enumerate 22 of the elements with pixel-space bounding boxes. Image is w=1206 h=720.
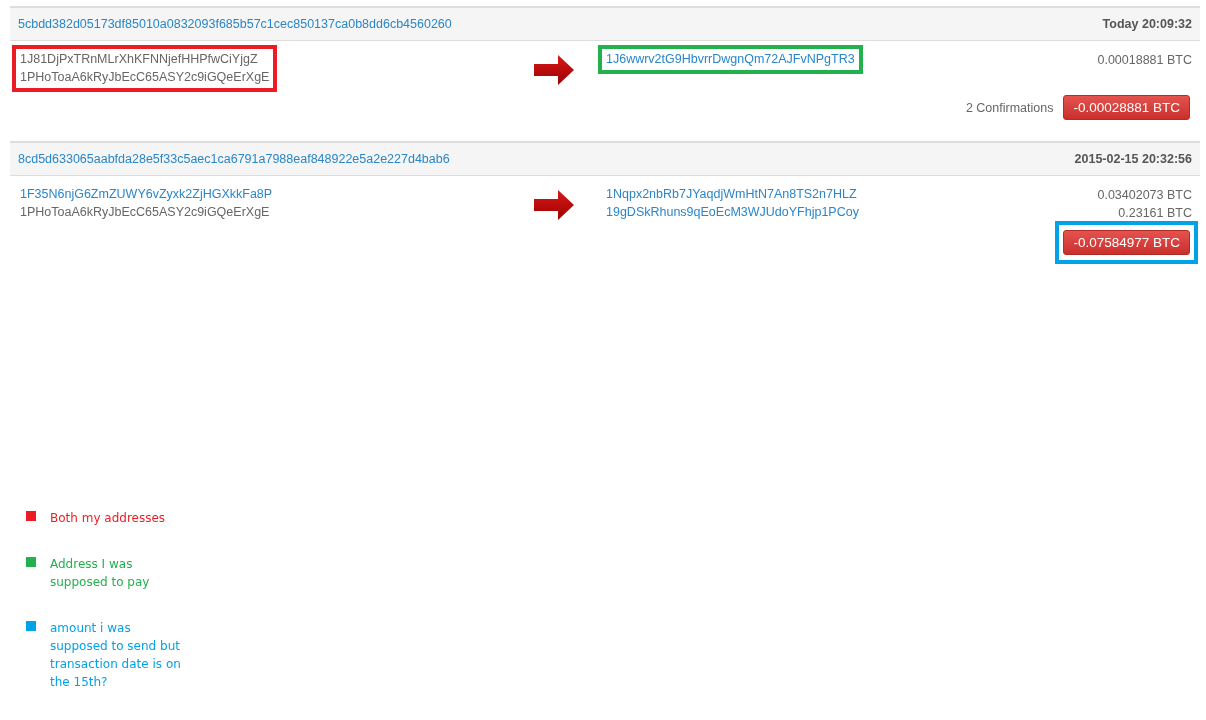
transaction-hash-link[interactable]: 8cd5d633065aabfda28e5f33c5aec1ca6791a7988eaf848922e5a2e227d4bab6: [18, 152, 450, 166]
right-arrow-icon: [534, 55, 574, 85]
output-address-link[interactable]: 1Nqpx2nbRb7JYaqdjWmHtN7An8TS2n7HLZ: [606, 187, 859, 202]
output-address-link[interactable]: 19gDSkRhuns9qEoEcM3WJUdoYFhjp1PCoy: [606, 205, 859, 220]
output-amount: 0.03402073 BTC: [1097, 188, 1192, 203]
right-arrow-icon: [534, 190, 574, 220]
legend-text: amount i was supposed to send but transaction date is on the 15th?: [50, 620, 182, 691]
output-amount: 0.00018881 BTC: [1097, 53, 1192, 68]
legend-text: Both my addresses: [50, 510, 167, 527]
output-address-link[interactable]: 1J6wwrv2tG9HbvrrDwgnQm72AJFvNPgTR3: [606, 52, 855, 67]
legend-text: Address I was supposed to pay: [50, 556, 151, 591]
transaction-time: 2015-02-15 20:32:56: [1074, 152, 1192, 166]
transaction-time: Today 20:09:32: [1102, 17, 1192, 31]
transaction-hash-link[interactable]: 5cbdd382d05173df85010a0832093f685b57c1cec850137ca0b8dd6cb4560260: [18, 17, 452, 31]
input-address: 1PHoToaA6kRyJbEcC65ASY2c9iGQeErXgE: [20, 70, 270, 85]
input-address: 1PHoToaA6kRyJbEcC65ASY2c9iGQeErXgE: [20, 205, 271, 220]
output-amount: 0.23161 BTC: [1118, 206, 1192, 221]
total-amount-button[interactable]: -0.00028881 BTC: [1063, 95, 1190, 120]
confirmations-count: 2 Confirmations: [965, 100, 1054, 115]
total-amount-button[interactable]: -0.07584977 BTC: [1063, 230, 1190, 255]
input-address-link[interactable]: 1F35N6njG6ZmZUWY6vZyxk2ZjHGXkkFa8P: [20, 187, 273, 202]
input-address: 1J81DjPxTRnMLrXhKFNNjefHHPfwCiYjgZ: [20, 52, 259, 67]
